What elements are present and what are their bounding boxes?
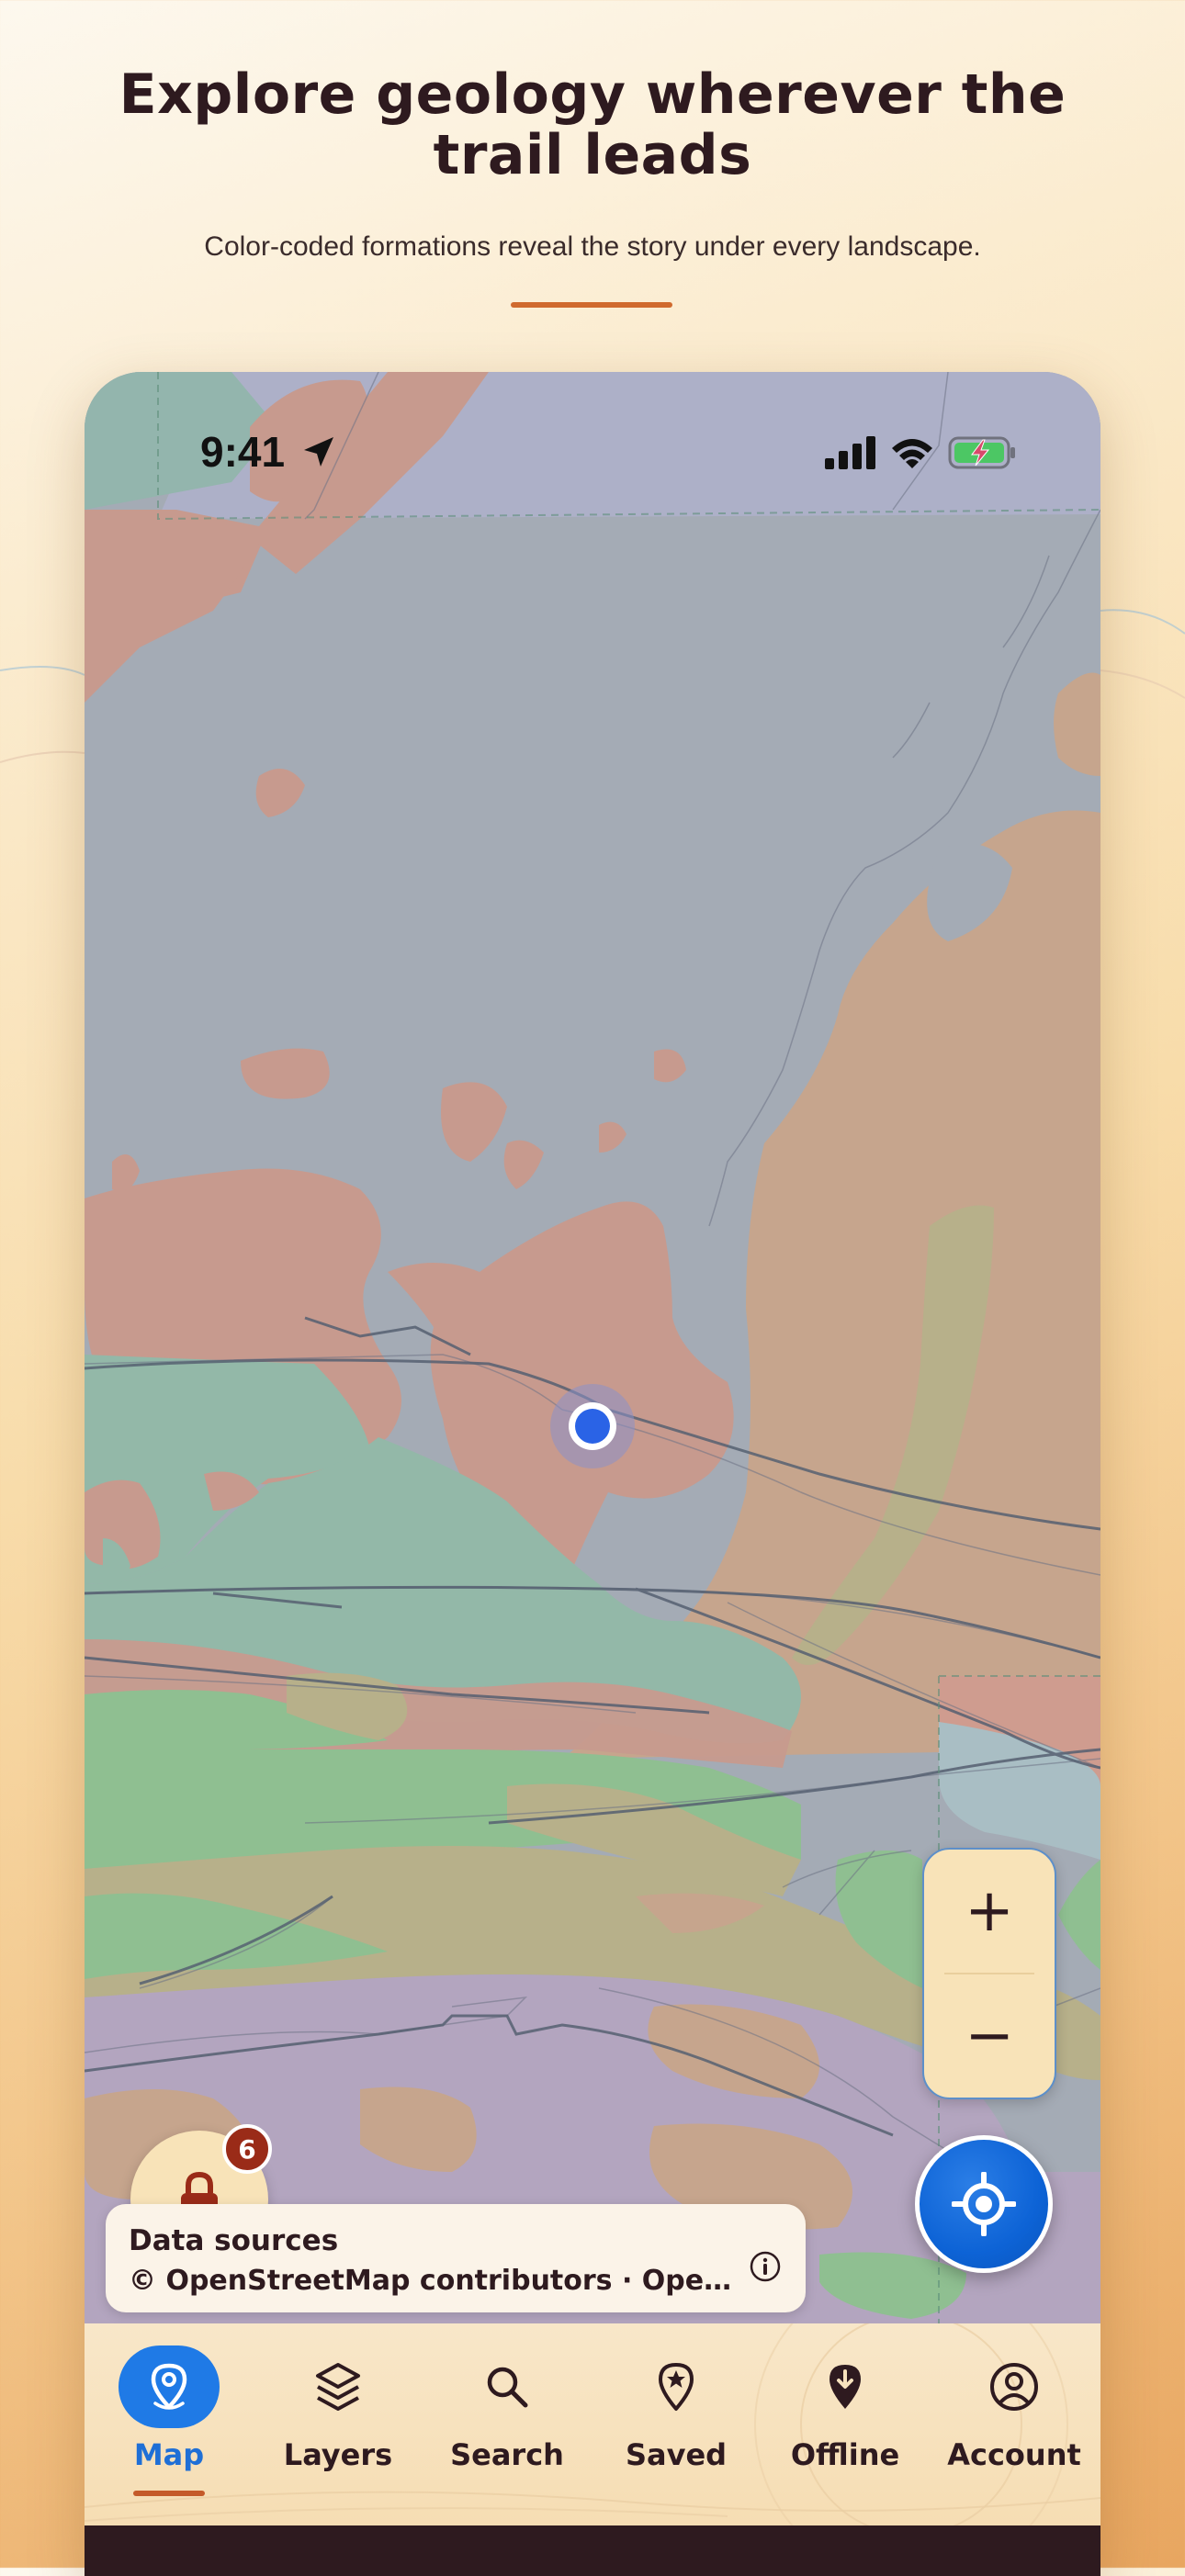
status-icons — [825, 433, 1018, 473]
tab-layers-label: Layers — [283, 2437, 393, 2472]
wifi-icon — [892, 439, 932, 468]
tab-map[interactable]: Map — [85, 2323, 254, 2525]
crosshair-icon — [952, 2172, 1016, 2236]
data-sources-title: Data sources — [129, 2224, 339, 2257]
layers-icon — [316, 2363, 360, 2411]
zoom-in-button[interactable]: + — [924, 1850, 1055, 1973]
map-pin-icon — [151, 2363, 187, 2410]
zoom-out-button[interactable]: − — [924, 1974, 1055, 2098]
tab-account[interactable]: Account — [930, 2323, 1099, 2525]
tab-search-label: Search — [450, 2437, 564, 2472]
zoom-control: + − — [922, 1848, 1056, 2099]
phone-screen: 9:41 + − 6 Data sources © OpenStreetMap … — [85, 372, 1100, 2576]
tab-map-label: Map — [133, 2437, 205, 2472]
info-icon[interactable] — [749, 2250, 782, 2283]
locate-me-button[interactable] — [915, 2135, 1053, 2273]
status-bar: 9:41 — [85, 372, 1100, 537]
tab-saved-label: Saved — [625, 2437, 728, 2472]
download-pin-icon — [830, 2365, 861, 2409]
accent-divider — [511, 302, 672, 308]
status-time: 9:41 — [200, 428, 286, 476]
phone-bottom-edge — [85, 2525, 1100, 2576]
data-sources-text: © OpenStreetMap contributors · OpenTopoM… — [129, 2265, 735, 2297]
tab-account-label: Account — [947, 2437, 1081, 2472]
lock-badge-count: 6 — [222, 2124, 272, 2174]
tab-bar: Map Layers Search Saved Offline Account — [85, 2323, 1100, 2525]
signal-bars-icon — [825, 436, 875, 469]
user-location-dot — [550, 1384, 635, 1468]
tab-saved[interactable]: Saved — [592, 2323, 761, 2525]
search-icon — [487, 2367, 528, 2408]
active-tab-indicator — [133, 2491, 205, 2496]
tab-layers[interactable]: Layers — [254, 2323, 423, 2525]
page-headline: Explore geology wherever the trail leads — [118, 62, 1066, 187]
tab-offline-label: Offline — [790, 2437, 900, 2472]
tab-search[interactable]: Search — [423, 2323, 592, 2525]
battery-charging-icon — [948, 436, 1015, 469]
tab-offline[interactable]: Offline — [761, 2323, 930, 2525]
page-subheading: Color-coded formations reveal the story … — [204, 231, 981, 262]
location-arrow-icon — [304, 437, 333, 467]
account-icon — [990, 2363, 1038, 2411]
data-sources-card[interactable]: Data sources © OpenStreetMap contributor… — [106, 2204, 806, 2312]
saved-star-pin-icon — [659, 2363, 694, 2411]
